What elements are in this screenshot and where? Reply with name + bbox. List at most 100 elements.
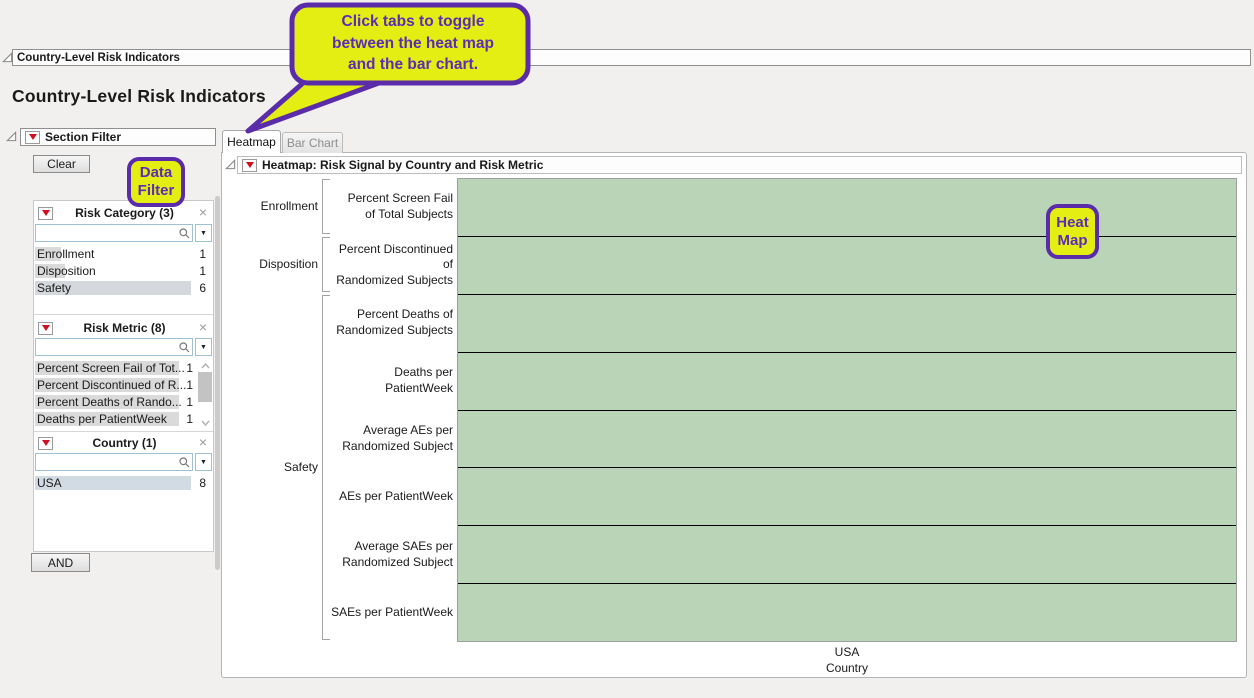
heatmap-outline-bar[interactable]: Heatmap: Risk Signal by Country and Risk… — [237, 156, 1242, 174]
chevron-down-icon: ▼ — [200, 343, 207, 351]
panel-splitter[interactable] — [215, 196, 220, 570]
heatmap-cell[interactable] — [458, 525, 1236, 584]
report-outline-title: Country-Level Risk Indicators — [17, 51, 180, 64]
divider — [34, 431, 213, 432]
search-dropdown-button[interactable]: ▼ — [195, 224, 212, 242]
metric-label: Percent Screen Fail of Total Subjects — [347, 191, 453, 221]
risk-category-title: Risk Category (3) — [75, 206, 174, 220]
item-label: Percent Deaths of Rando... — [37, 395, 182, 409]
and-button[interactable]: AND — [31, 553, 90, 572]
item-count: 8 — [199, 476, 206, 490]
heatmap-cell[interactable] — [458, 583, 1236, 641]
disclosure-triangle-icon[interactable] — [6, 131, 17, 142]
search-dropdown-button[interactable]: ▼ — [195, 338, 212, 356]
report-outline-bar[interactable]: Country-Level Risk Indicators — [12, 49, 1251, 66]
heatmap-outline-title: Heatmap: Risk Signal by Country and Risk… — [262, 158, 544, 172]
risk-metric-search-input[interactable] — [35, 338, 193, 356]
risk-metric-header: Risk Metric (8) × — [34, 318, 213, 338]
section-filter-title: Section Filter — [45, 130, 122, 144]
item-count: 6 — [199, 281, 206, 295]
red-triangle-menu-icon[interactable] — [38, 436, 53, 450]
list-item[interactable]: USA 8 — [35, 475, 212, 492]
list-item[interactable]: Percent Screen Fail of Tot... 1 — [35, 360, 197, 377]
clear-button-label: Clear — [47, 157, 76, 171]
list-item[interactable]: Deaths per PatientWeek 1 — [35, 411, 197, 428]
search-dropdown-button[interactable]: ▼ — [195, 453, 212, 471]
page-title: Country-Level Risk Indicators — [12, 86, 266, 106]
x-axis-label: Country — [825, 661, 869, 675]
close-icon[interactable]: × — [196, 435, 210, 450]
item-count: 1 — [199, 264, 206, 278]
chevron-down-icon: ▼ — [200, 229, 207, 237]
disclosure-triangle-icon[interactable] — [225, 159, 236, 170]
category-label-disposition: Disposition — [259, 257, 318, 272]
risk-category-search-input[interactable] — [35, 224, 193, 242]
tab-heatmap-label: Heatmap — [227, 135, 276, 149]
heatmap-cell[interactable] — [458, 351, 1236, 410]
divider — [34, 314, 213, 315]
red-triangle-menu-icon[interactable] — [38, 206, 53, 220]
metric-label: Average AEs per Randomized Subject — [342, 423, 453, 453]
item-label: Percent Discontinued of R... — [37, 378, 187, 392]
metric-label: Percent Discontinued of Randomized Subje… — [336, 241, 453, 287]
red-triangle-menu-icon[interactable] — [25, 130, 40, 144]
search-icon — [179, 342, 190, 353]
risk-metric-title: Risk Metric (8) — [83, 321, 166, 335]
metric-label: AEs per PatientWeek — [339, 489, 453, 504]
tabs-note-callout-text: Click tabs to toggle between the heat ma… — [332, 13, 494, 74]
country-search-input[interactable] — [35, 453, 193, 471]
red-triangle-menu-icon[interactable] — [38, 321, 53, 335]
close-icon[interactable]: × — [196, 320, 210, 335]
scroll-down-icon[interactable] — [198, 416, 212, 429]
category-label-safety: Safety — [283, 460, 318, 475]
tab-bar-chart-label: Bar Chart — [286, 136, 339, 150]
item-label: USA — [37, 476, 62, 490]
list-item[interactable]: Percent Discontinued of R... 1 — [35, 377, 197, 394]
heatmap-cell[interactable] — [458, 409, 1236, 468]
chevron-down-icon: ▼ — [200, 458, 207, 466]
x-tick-usa: USA — [834, 645, 860, 659]
item-label: Percent Screen Fail of Tot... — [37, 361, 185, 375]
item-count: 1 — [186, 361, 193, 375]
clear-button[interactable]: Clear — [33, 155, 90, 173]
item-count: 1 — [186, 378, 193, 392]
section-filter-outline-bar[interactable]: Section Filter — [20, 128, 216, 146]
risk-category-search-row: ▼ — [35, 224, 212, 244]
heatmap-cell[interactable] — [458, 293, 1236, 352]
heatmap-cell[interactable] — [458, 235, 1236, 294]
list-item[interactable]: Percent Deaths of Rando... 1 — [35, 394, 197, 411]
heatmap-grid — [457, 178, 1237, 642]
metric-label: Deaths per PatientWeek — [385, 365, 453, 395]
data-filter-callout: Data Filter — [127, 157, 185, 207]
scrollbar-thumb[interactable] — [198, 372, 212, 402]
list-item[interactable]: Enrollment 1 — [35, 246, 212, 263]
risk-metric-search-row: ▼ — [35, 338, 212, 358]
item-count: 1 — [199, 247, 206, 261]
scroll-up-icon[interactable] — [198, 359, 212, 372]
group-bracket — [322, 295, 330, 640]
country-title: Country (1) — [92, 436, 157, 450]
item-count: 1 — [186, 412, 193, 426]
heat-map-callout: Heat Map — [1046, 204, 1099, 259]
scrollbar[interactable] — [198, 359, 212, 429]
data-filter-panel: Risk Category (3) × ▼ Enrollment 1 Dispo… — [33, 200, 214, 552]
list-item[interactable]: Disposition 1 — [35, 263, 212, 280]
metric-label: Average SAEs per Randomized Subject — [342, 539, 453, 569]
item-label: Disposition — [37, 264, 96, 278]
and-button-label: AND — [47, 555, 74, 570]
close-icon[interactable]: × — [196, 205, 210, 220]
heatmap-cell[interactable] — [458, 467, 1236, 526]
category-label-enrollment: Enrollment — [260, 199, 318, 214]
heatmap-cell[interactable] — [458, 179, 1236, 236]
search-icon — [179, 457, 190, 468]
country-header: Country (1) × — [34, 433, 213, 453]
metric-label: SAEs per PatientWeek — [331, 605, 453, 620]
group-bracket — [322, 237, 330, 292]
group-bracket — [322, 179, 330, 234]
metric-label: Percent Deaths of Randomized Subjects — [336, 307, 453, 337]
item-label: Enrollment — [37, 247, 95, 261]
search-icon — [179, 228, 190, 239]
red-triangle-menu-icon[interactable] — [242, 158, 257, 172]
item-count: 1 — [186, 395, 193, 409]
list-item[interactable]: Safety 6 — [35, 280, 212, 297]
